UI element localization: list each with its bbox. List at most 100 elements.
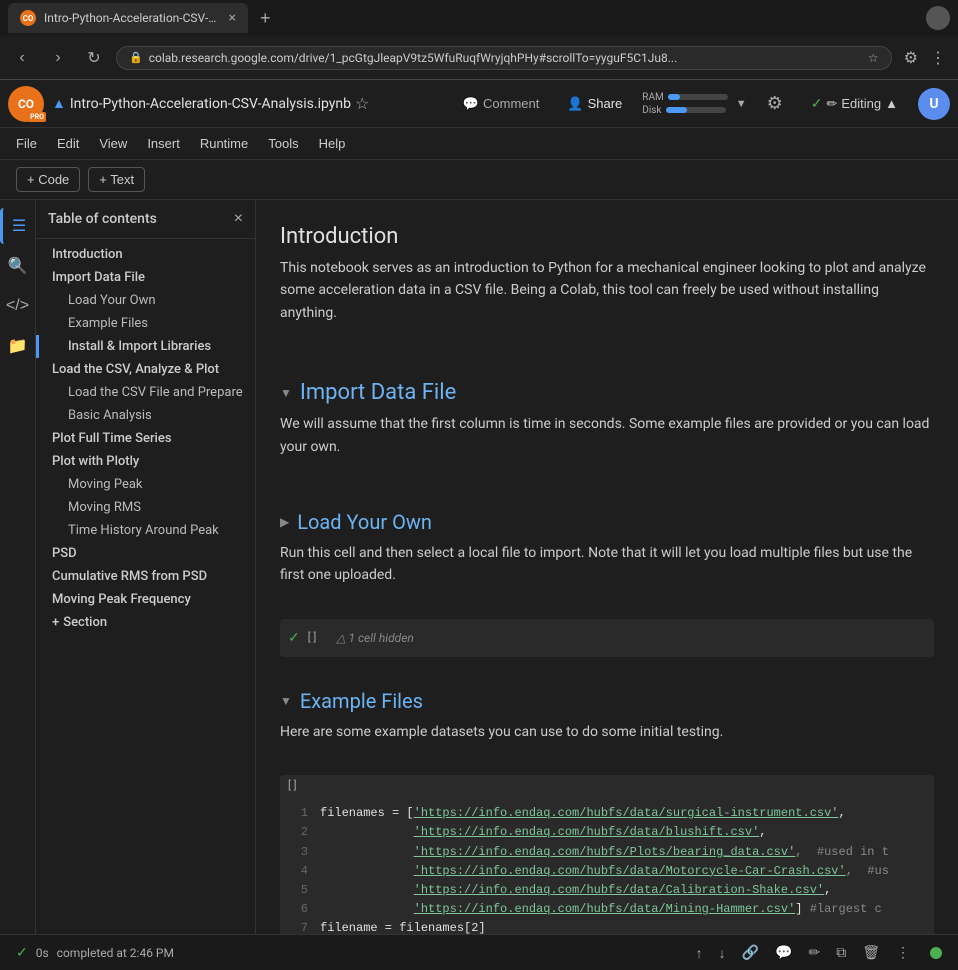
import-section-divider: ▼ Import Data File — [280, 380, 934, 405]
comment-cell-button[interactable]: 💬 — [771, 940, 796, 965]
add-text-button[interactable]: + Text — [88, 167, 145, 192]
load-your-own-cell: ▶ Load Your Own Run this cell and then s… — [280, 490, 934, 603]
toc-item-section[interactable]: + Section — [36, 611, 255, 634]
code-icon-button[interactable]: </> — [0, 288, 36, 324]
editing-chevron-icon: ▲ — [885, 96, 898, 111]
add-code-button[interactable]: + Code — [16, 167, 80, 192]
example-files-para: Here are some example datasets you can u… — [280, 721, 934, 743]
folder-icon-button[interactable]: 📁 — [0, 328, 36, 364]
menu-tools[interactable]: Tools — [260, 132, 306, 155]
line-num-1: 1 — [292, 804, 308, 823]
new-tab-button[interactable]: + — [252, 8, 279, 29]
link-6[interactable]: 'https://info.endaq.com/hubfs/data/Minin… — [414, 902, 796, 916]
share-icon: 👤 — [567, 96, 583, 112]
profile-icon[interactable] — [926, 6, 950, 30]
refresh-button[interactable]: ↻ — [80, 44, 108, 72]
link-1[interactable]: 'https://info.endaq.com/hubfs/data/surgi… — [414, 806, 839, 820]
user-avatar[interactable]: U — [918, 88, 950, 120]
toc-item-basic-analysis[interactable]: Basic Analysis — [36, 404, 255, 427]
import-heading: Import Data File — [300, 380, 456, 405]
toc-icon-button[interactable]: ☰ — [0, 208, 36, 244]
toc-item-install-import[interactable]: Install & Import Libraries — [36, 335, 255, 358]
bottom-bar: ✓ 0s completed at 2:46 PM ↑ ↓ 🔗 💬 ✏ ⧉ 🗑 … — [0, 934, 958, 970]
toc-item-load-csv-file[interactable]: Load the CSV File and Prepare — [36, 381, 255, 404]
ram-bar-fill — [668, 94, 680, 100]
ram-label: RAM — [642, 92, 663, 103]
cell-run-checkmark: ✓ — [288, 630, 300, 646]
url-bar[interactable]: 🔒 colab.research.google.com/drive/1_pcGt… — [116, 46, 892, 70]
example-files-cell: ▼ Example Files Here are some example da… — [280, 665, 934, 759]
import-chevron-icon[interactable]: ▼ — [280, 386, 292, 400]
bookmark-icon[interactable]: ☆ — [868, 51, 879, 65]
toc-item-plot-plotly[interactable]: Plot with Plotly — [36, 450, 255, 473]
move-up-button[interactable]: ↑ — [692, 941, 707, 965]
file-info: ▲ Intro-Python-Acceleration-CSV-Analysis… — [52, 94, 369, 113]
share-button[interactable]: 👤 Share — [559, 92, 630, 116]
line-code-2: 'https://info.endaq.com/hubfs/data/blush… — [320, 823, 766, 842]
toc-item-moving-peak[interactable]: Moving Peak — [36, 473, 255, 496]
toc-item-introduction[interactable]: Introduction — [36, 243, 255, 266]
file-name: Intro-Python-Acceleration-CSV-Analysis.i… — [70, 96, 351, 112]
search-icon-button[interactable]: 🔍 — [0, 248, 36, 284]
line-num-5: 5 — [292, 881, 308, 900]
ram-bar-track — [668, 94, 728, 100]
disk-bar-row: Disk — [642, 105, 727, 116]
edit-icon: ✏ — [826, 96, 837, 112]
menu-edit[interactable]: Edit — [49, 132, 87, 155]
cell-hidden-label[interactable]: △ 1 cell hidden — [324, 623, 426, 653]
drive-icon: ▲ — [52, 95, 66, 112]
toc-item-load-csv[interactable]: Load the CSV, Analyze & Plot — [36, 358, 255, 381]
menu-button[interactable]: ⋮ — [926, 44, 950, 72]
toc-item-psd[interactable]: PSD — [36, 542, 255, 565]
sidebar-strip: ☰ 🔍 </> 📁 — [0, 200, 36, 934]
ram-disk-indicator[interactable]: RAM Disk ▼ — [642, 92, 746, 116]
copy-cell-button[interactable]: ⧉ — [832, 940, 850, 965]
toc-item-example-files[interactable]: Example Files — [36, 312, 255, 335]
toc-item-plot-full[interactable]: Plot Full Time Series — [36, 427, 255, 450]
extensions-button[interactable]: ⚙ — [900, 44, 922, 72]
tab-title: Intro-Python-Acceleration-CSV-A... — [44, 11, 221, 25]
load-your-own-chevron-icon[interactable]: ▶ — [280, 515, 289, 529]
link-2[interactable]: 'https://info.endaq.com/hubfs/data/blush… — [414, 825, 760, 839]
more-cell-button[interactable]: ⋮ — [892, 940, 914, 965]
toc-item-time-history[interactable]: Time History Around Peak — [36, 519, 255, 542]
toc-item-cumulative-rms[interactable]: Cumulative RMS from PSD — [36, 565, 255, 588]
link-cell-button[interactable]: 🔗 — [738, 940, 763, 965]
example-files-heading: Example Files — [300, 689, 423, 713]
menu-view[interactable]: View — [91, 132, 135, 155]
active-tab[interactable]: CO Intro-Python-Acceleration-CSV-A... × — [8, 3, 248, 33]
forward-button[interactable]: › — [44, 44, 72, 72]
comment-button[interactable]: 💬 Comment — [455, 92, 548, 116]
menu-help[interactable]: Help — [311, 132, 354, 155]
menu-runtime[interactable]: Runtime — [192, 132, 256, 155]
editing-button[interactable]: ✓ ✏ Editing ▲ — [803, 91, 906, 116]
line-num-7: 7 — [292, 919, 308, 934]
star-button[interactable]: ☆ — [355, 94, 369, 113]
toc-item-import-data[interactable]: Import Data File — [36, 266, 255, 289]
move-down-button[interactable]: ↓ — [715, 941, 730, 965]
toc-item-moving-peak-freq[interactable]: Moving Peak Frequency — [36, 588, 255, 611]
delete-cell-button[interactable]: 🗑 — [858, 940, 884, 965]
code-line-6: 6 'https://info.endaq.com/hubfs/data/Min… — [292, 900, 922, 919]
link-5[interactable]: 'https://info.endaq.com/hubfs/data/Calib… — [414, 883, 824, 897]
section-plus-icon: + — [52, 615, 59, 630]
header-actions: 💬 Comment 👤 Share RAM Disk ▼ ⚙ — [455, 88, 950, 120]
line-code-4: 'https://info.endaq.com/hubfs/data/Motor… — [320, 862, 889, 881]
back-button[interactable]: ‹ — [8, 44, 36, 72]
toc-item-load-your-own[interactable]: Load Your Own — [36, 289, 255, 312]
disk-bar-fill — [666, 107, 687, 113]
tab-bar: CO Intro-Python-Acceleration-CSV-A... × … — [0, 0, 958, 36]
menu-insert[interactable]: Insert — [139, 132, 188, 155]
toc-item-moving-rms[interactable]: Moving RMS — [36, 496, 255, 519]
link-3[interactable]: 'https://info.endaq.com/hubfs/Plots/bear… — [414, 845, 796, 859]
example-chevron-icon[interactable]: ▼ — [280, 694, 292, 708]
sidebar: Table of contents × Introduction Import … — [36, 200, 256, 934]
edit-cell-button[interactable]: ✏ — [804, 940, 824, 965]
settings-button[interactable]: ⚙ — [759, 89, 791, 118]
link-4[interactable]: 'https://info.endaq.com/hubfs/data/Motor… — [414, 864, 846, 878]
tab-close-button[interactable]: × — [229, 10, 236, 26]
notebook: Introduction This notebook serves as an … — [256, 200, 958, 934]
cell-toolbar: ↑ ↓ 🔗 💬 ✏ ⧉ 🗑 ⋮ — [692, 940, 914, 965]
sidebar-close-button[interactable]: × — [234, 210, 243, 228]
menu-file[interactable]: File — [8, 132, 45, 155]
